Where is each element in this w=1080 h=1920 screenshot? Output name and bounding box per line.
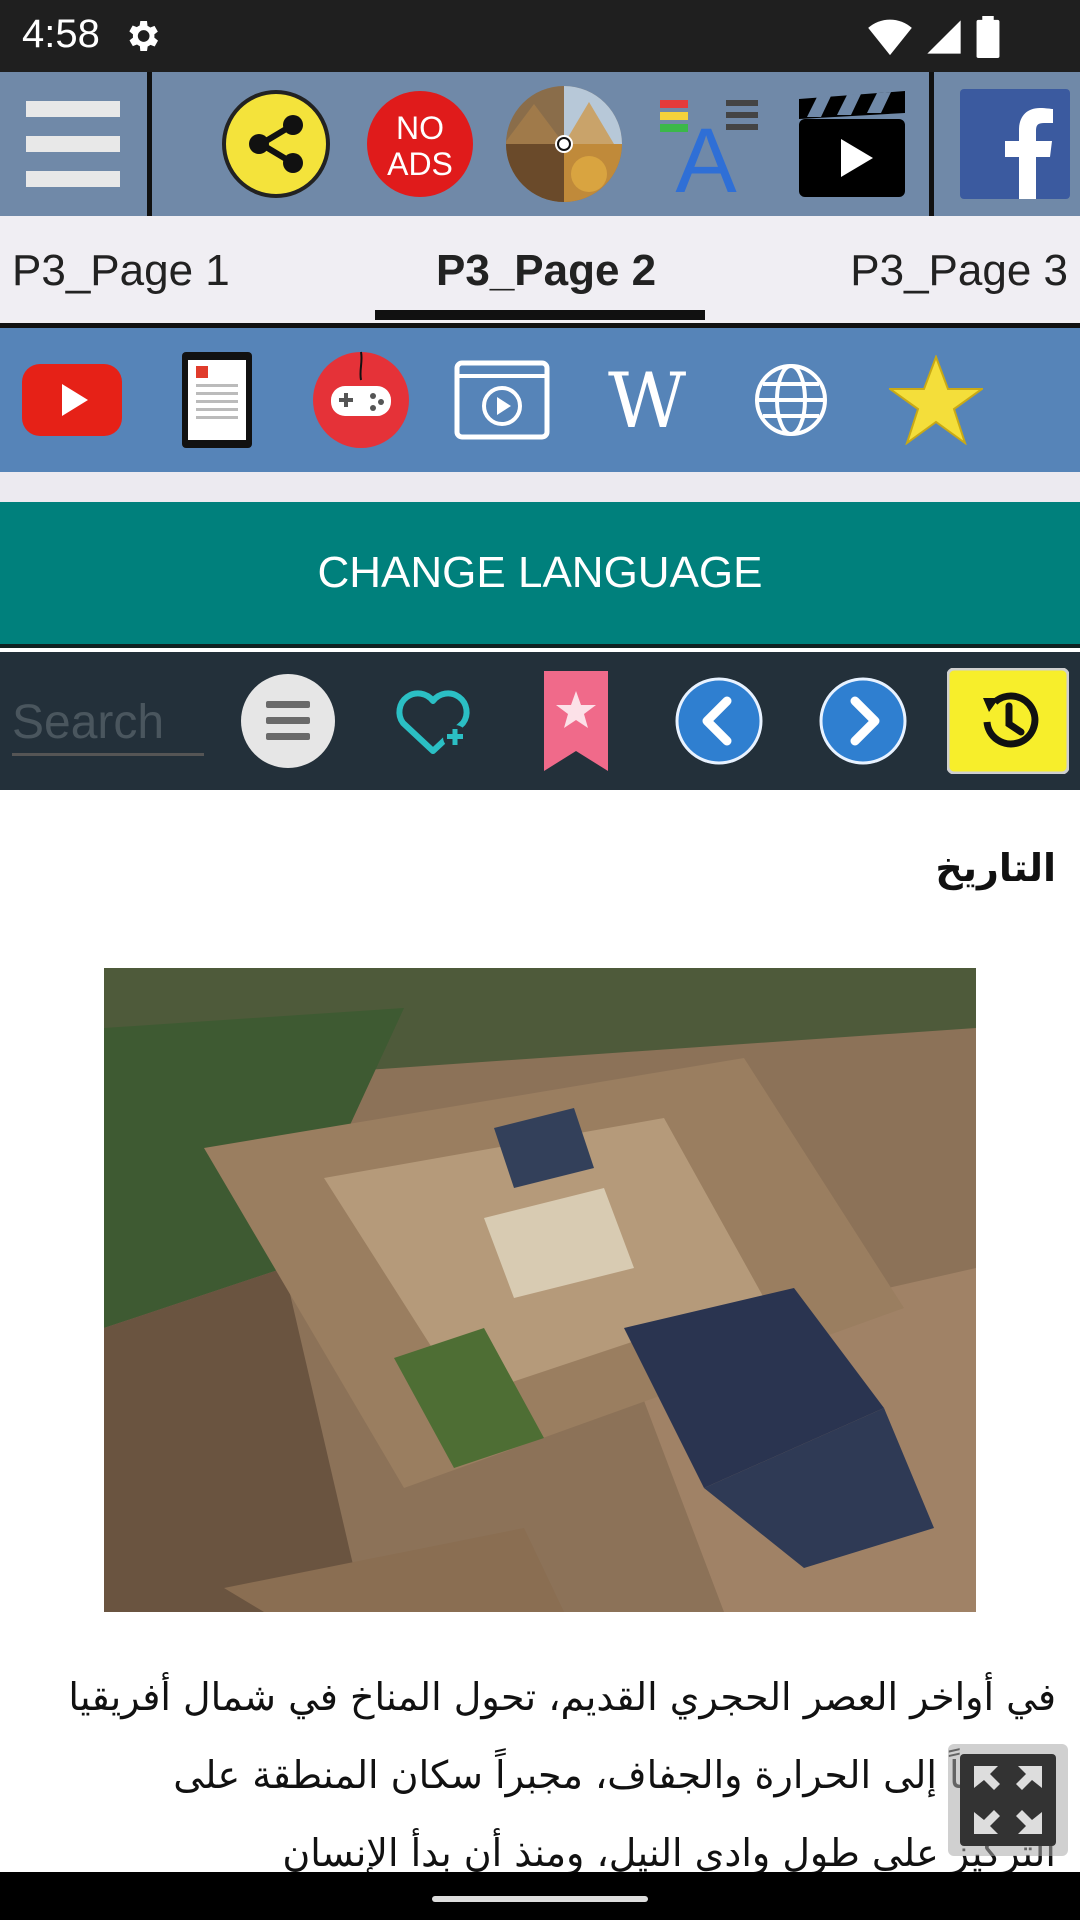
youtube-icon bbox=[22, 364, 122, 436]
chevron-left-icon bbox=[675, 677, 763, 765]
tab-page-1[interactable]: P3_Page 1 bbox=[12, 246, 230, 296]
list-menu-icon bbox=[241, 674, 335, 768]
hamburger-menu-icon bbox=[25, 101, 120, 187]
gamepad-icon bbox=[313, 351, 409, 448]
history-button[interactable] bbox=[946, 652, 1070, 790]
toolbar-divider bbox=[147, 72, 152, 216]
home-gesture-handle[interactable] bbox=[432, 1896, 648, 1902]
toolbar-divider bbox=[929, 72, 934, 216]
ancient-city-image bbox=[104, 968, 976, 1612]
add-favorite-button[interactable] bbox=[388, 652, 478, 790]
games-button[interactable] bbox=[306, 328, 416, 472]
wifi-icon bbox=[868, 19, 912, 56]
search-toolbar bbox=[0, 652, 1080, 790]
ebook-button[interactable] bbox=[172, 328, 262, 472]
top-toolbar: NO ADS A bbox=[0, 72, 1080, 216]
favorites-star-button[interactable] bbox=[886, 328, 986, 472]
share-icon bbox=[222, 90, 330, 198]
bookmark-button[interactable] bbox=[540, 652, 612, 790]
font-size-button[interactable]: A bbox=[650, 72, 770, 216]
quick-links-row: W bbox=[0, 328, 1080, 472]
fullscreen-expand-icon bbox=[960, 1754, 1056, 1846]
tab-page-3[interactable]: P3_Page 3 bbox=[850, 246, 1068, 296]
article-image bbox=[104, 968, 976, 1612]
share-button[interactable] bbox=[216, 72, 336, 216]
wikipedia-icon: W bbox=[607, 355, 687, 445]
chevron-right-icon bbox=[819, 677, 907, 765]
separator-strip bbox=[0, 472, 1080, 502]
no-ads-icon: NO ADS bbox=[367, 91, 473, 197]
pyramids-history-icon bbox=[506, 86, 622, 202]
web-button[interactable] bbox=[748, 328, 834, 472]
settings-gear-icon bbox=[129, 21, 158, 51]
battery-icon bbox=[976, 16, 1000, 58]
next-button[interactable] bbox=[816, 652, 910, 790]
svg-text:ADS: ADS bbox=[387, 146, 453, 182]
article-title: التاريخ bbox=[935, 846, 1056, 890]
article-paragraph: في أواخر العصر الحجري القديم، تحول المنا… bbox=[68, 1675, 1056, 1875]
history-clock-icon bbox=[947, 668, 1069, 774]
ebook-reader-icon bbox=[182, 352, 252, 448]
video-clapper-icon bbox=[799, 91, 905, 197]
previous-button[interactable] bbox=[672, 652, 766, 790]
status-icons bbox=[868, 16, 1000, 58]
tab-page-2[interactable]: P3_Page 2 bbox=[436, 246, 656, 296]
no-ads-button[interactable]: NO ADS bbox=[360, 72, 480, 216]
list-menu-button[interactable] bbox=[238, 652, 338, 790]
fullscreen-button[interactable] bbox=[948, 1744, 1068, 1856]
svg-text:A: A bbox=[675, 110, 737, 196]
signal-icon bbox=[927, 20, 961, 54]
change-language-button[interactable]: CHANGE LANGUAGE bbox=[0, 502, 1080, 648]
font-size-icon: A bbox=[660, 100, 758, 196]
heart-plus-icon bbox=[396, 690, 470, 754]
status-time: 4:58 bbox=[22, 12, 100, 56]
menu-button[interactable] bbox=[0, 72, 145, 216]
svg-text:NO: NO bbox=[396, 110, 444, 146]
wikipedia-button[interactable]: W bbox=[594, 328, 700, 472]
star-icon bbox=[889, 355, 983, 445]
active-tab-indicator bbox=[375, 310, 705, 320]
video-player-button[interactable] bbox=[452, 328, 552, 472]
video-button[interactable] bbox=[792, 72, 912, 216]
globe-icon bbox=[755, 364, 827, 436]
status-bar: 4:58 bbox=[0, 0, 1080, 72]
search-input[interactable] bbox=[12, 692, 204, 756]
bookmark-icon bbox=[544, 671, 608, 771]
youtube-button[interactable] bbox=[18, 328, 126, 472]
video-player-icon bbox=[454, 360, 550, 440]
facebook-icon bbox=[960, 89, 1070, 199]
history-gallery-button[interactable] bbox=[502, 72, 626, 216]
facebook-button[interactable] bbox=[950, 72, 1080, 216]
